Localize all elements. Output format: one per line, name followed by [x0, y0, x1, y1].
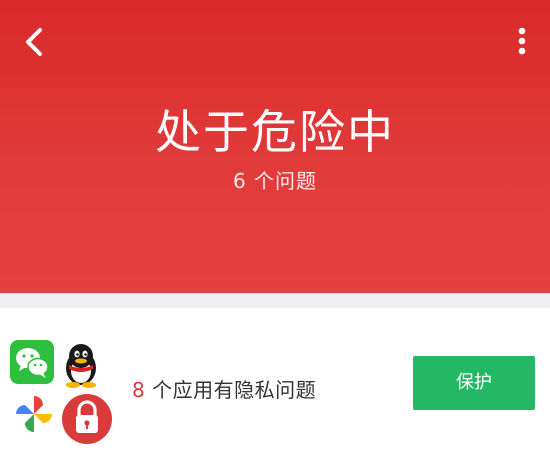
back-button[interactable]: [14, 22, 54, 62]
section-divider: [0, 293, 550, 308]
privacy-issue-label: 个应用有隐私问题: [145, 378, 317, 402]
photos-pinwheel-icon: [10, 390, 58, 438]
privacy-issues-card[interactable]: 8 个应用有隐私问题 保护: [0, 308, 550, 462]
back-arrow-icon: [26, 28, 42, 56]
privacy-issue-text: 8 个应用有隐私问题: [132, 374, 316, 406]
danger-header: 处于危险中 6 个问题: [0, 0, 550, 293]
more-options-button[interactable]: [512, 22, 532, 62]
affected-app-count: 8: [132, 378, 146, 402]
more-vertical-icon: [518, 27, 526, 55]
qq-icon: [58, 340, 104, 388]
app-lock-icon: [54, 386, 120, 452]
wechat-icon: [10, 340, 54, 384]
issue-summary: 6 个问题: [232, 169, 318, 193]
status-title: 处于危险中: [155, 105, 395, 159]
protect-button[interactable]: 保护: [413, 356, 535, 410]
